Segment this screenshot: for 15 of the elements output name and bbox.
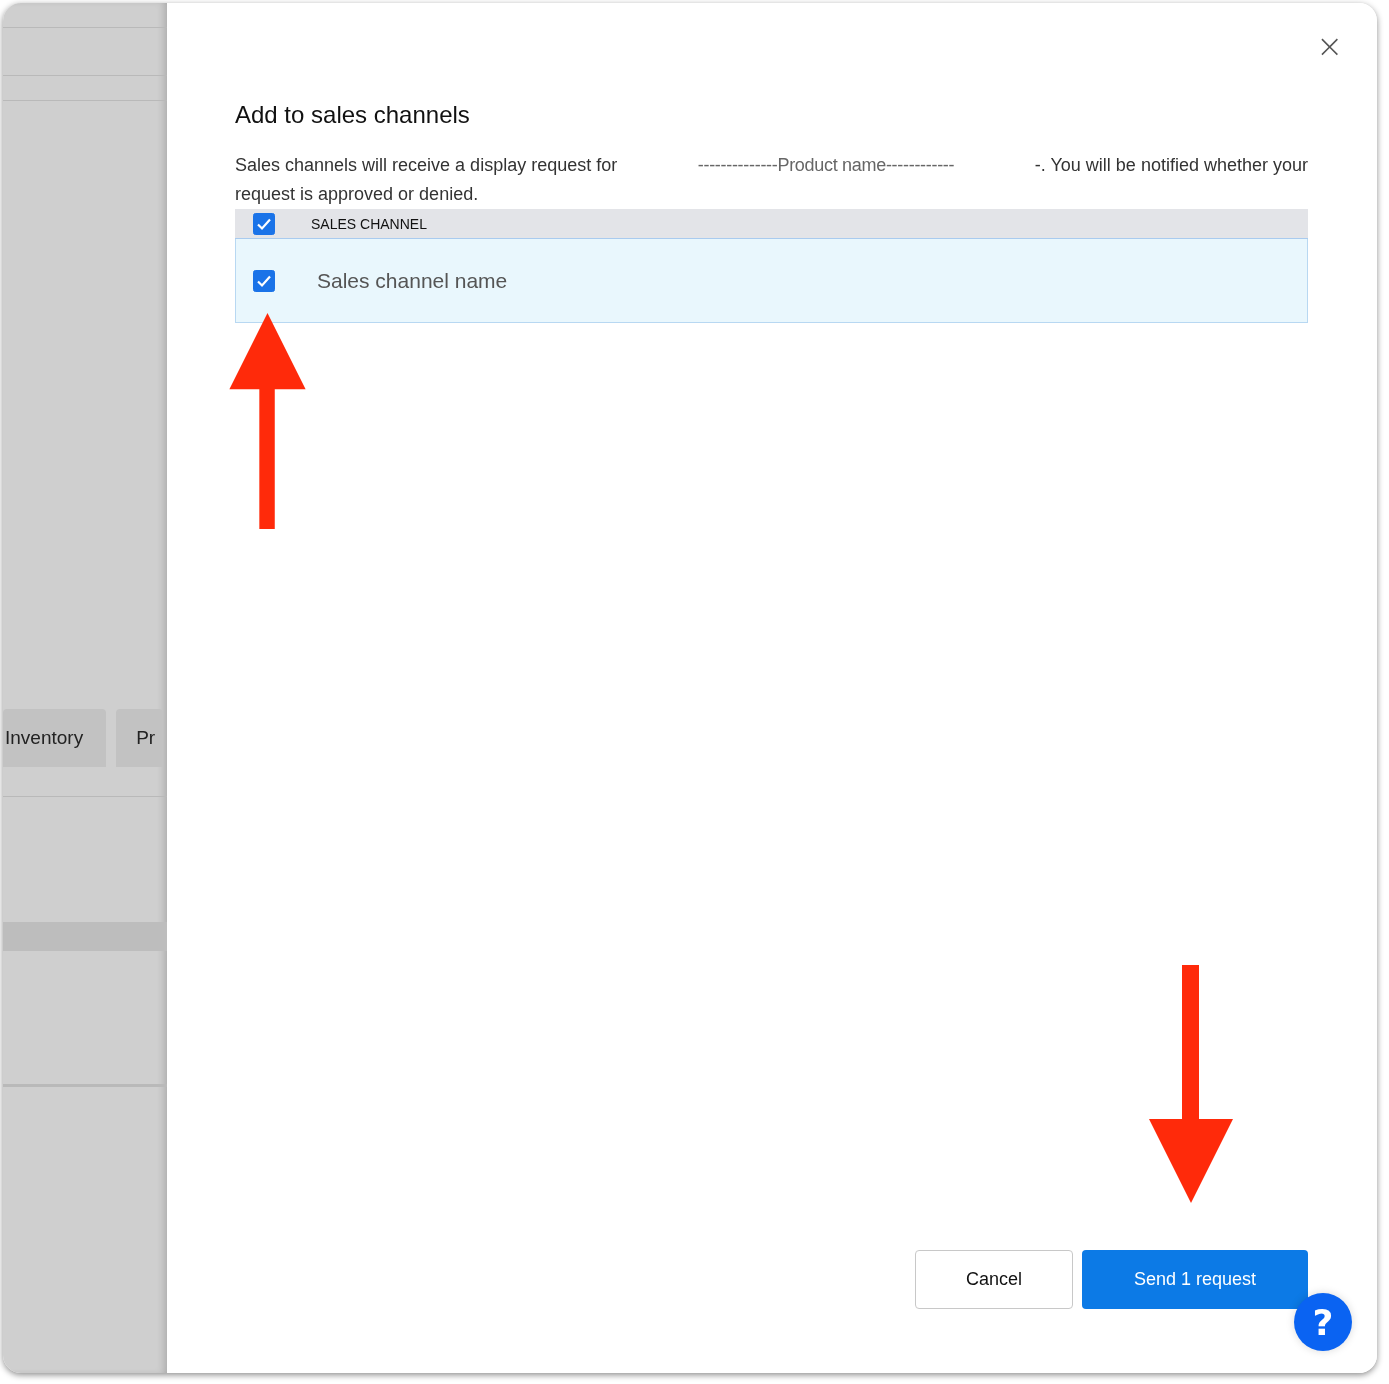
channel-name: Sales channel name xyxy=(317,268,508,293)
product-name: --------------Product name------------ xyxy=(697,154,955,177)
table-row[interactable]: Sales channel name xyxy=(235,239,1308,323)
description-text: -. You will be notified whether your xyxy=(1034,154,1308,177)
close-button[interactable]: × xyxy=(1308,31,1351,61)
send-button[interactable]: Send 1 request xyxy=(1082,1250,1308,1309)
description-text: request is approved or denied. xyxy=(235,183,480,206)
tab[interactable]: Pr xyxy=(116,709,164,767)
description-text: Sales channels will receive a display request for xyxy=(235,154,618,177)
checkbox[interactable] xyxy=(253,212,275,235)
cancel-button[interactable]: Cancel xyxy=(915,1250,1073,1309)
column-header: SALES CHANNEL xyxy=(311,215,427,232)
checkbox[interactable] xyxy=(253,269,275,292)
tab[interactable]: Inventory xyxy=(3,709,107,767)
dialog-title: Add to sales channels xyxy=(235,101,471,129)
